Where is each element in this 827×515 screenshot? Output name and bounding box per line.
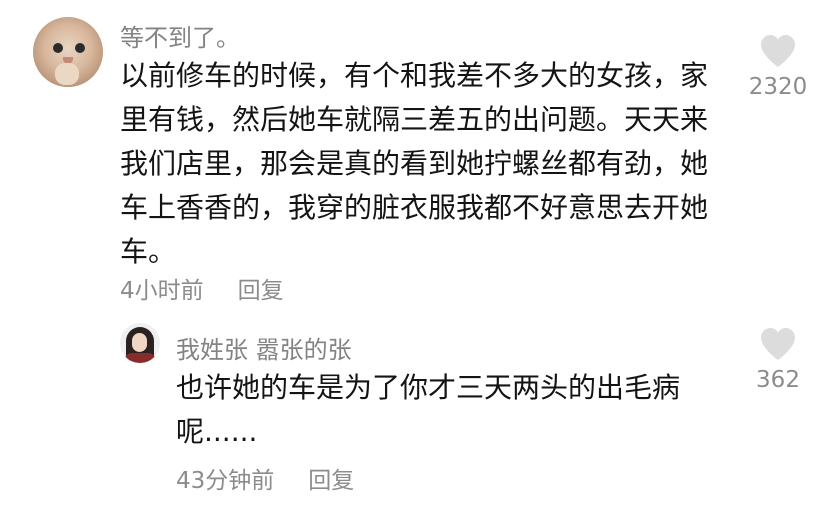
comment-text: 也许她的车是为了你才三天两头的出毛病呢...... [176,371,681,448]
like-count: 362 [756,367,800,393]
comment-meta: 43分钟前 回复 [176,461,354,495]
reply-button[interactable]: 回复 [238,278,284,304]
avatar-shirt [124,353,156,363]
avatar-eye [53,43,63,53]
comment-text: 以前修车的时候，有个和我差不多大的女孩，家里有钱，然后她车就隔三差五的出问题。天… [120,59,709,268]
comment-username[interactable]: 我姓张 嚣张的张 [176,330,352,365]
like-button[interactable]: 2320 [738,34,818,100]
heart-icon [761,328,795,360]
comment-time: 43分钟前 [176,468,275,494]
reply-button[interactable]: 回复 [308,468,354,494]
avatar-eye [75,43,85,53]
comment-meta: 4小时前 回复 [120,271,284,305]
avatar[interactable] [120,323,160,363]
avatar[interactable] [33,17,103,87]
avatar-face [132,333,147,352]
heart-icon [761,35,795,67]
like-count: 2320 [748,74,808,100]
comment-username[interactable]: 等不到了。 [120,18,240,53]
comment-time: 4小时前 [120,278,204,304]
avatar-paw [55,63,79,85]
like-button[interactable]: 362 [738,327,818,393]
